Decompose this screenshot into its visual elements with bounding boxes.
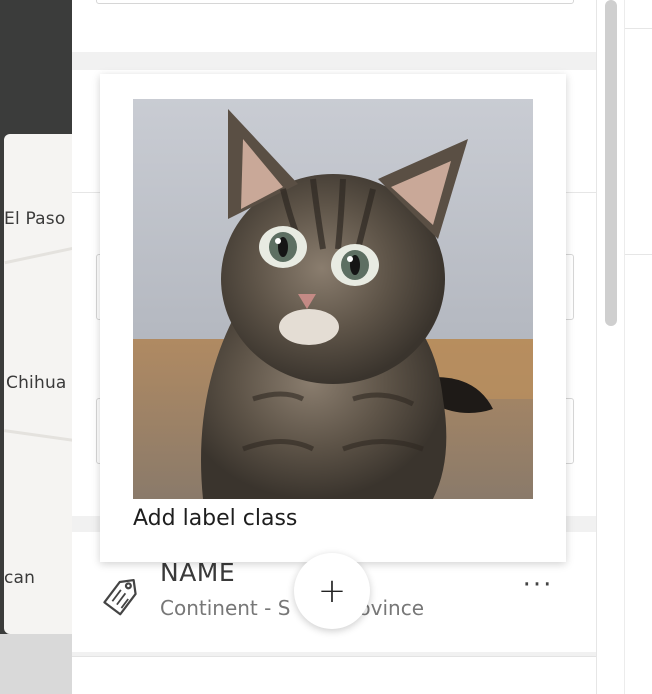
map-road — [4, 246, 72, 265]
panel-top-input[interactable] — [96, 0, 574, 4]
more-options-button[interactable]: ··· — [512, 570, 564, 612]
ellipsis-icon: ··· — [522, 570, 554, 600]
divider — [625, 254, 652, 255]
panel-top-section — [72, 0, 596, 52]
label-class-expression: Continent - Sovince — [160, 596, 424, 620]
label-class-expression-start: Continent - S — [160, 596, 291, 620]
tooltip-text: Add label class — [133, 506, 298, 531]
next-row — [72, 656, 596, 694]
tag-icon — [103, 578, 137, 616]
kitten-photo — [133, 99, 533, 499]
panel-scrollbar[interactable] — [596, 0, 624, 694]
map-label-can: can — [4, 568, 36, 588]
map-footer-area — [0, 634, 72, 694]
map-road — [4, 429, 72, 442]
plus-icon: + — [317, 571, 347, 611]
add-label-class-tooltip: Add label class — [100, 74, 566, 562]
scrollbar-thumb[interactable] — [605, 0, 617, 326]
add-label-class-button[interactable]: + — [294, 553, 370, 629]
map-label-el-paso: El Paso — [4, 209, 66, 229]
map-label-chihuahua: Chihua — [6, 373, 67, 393]
map-view[interactable]: El Paso Chihua can — [0, 0, 72, 694]
right-toolbar-edge — [624, 0, 652, 694]
label-class-name: NAME — [160, 558, 236, 587]
divider — [625, 28, 652, 29]
